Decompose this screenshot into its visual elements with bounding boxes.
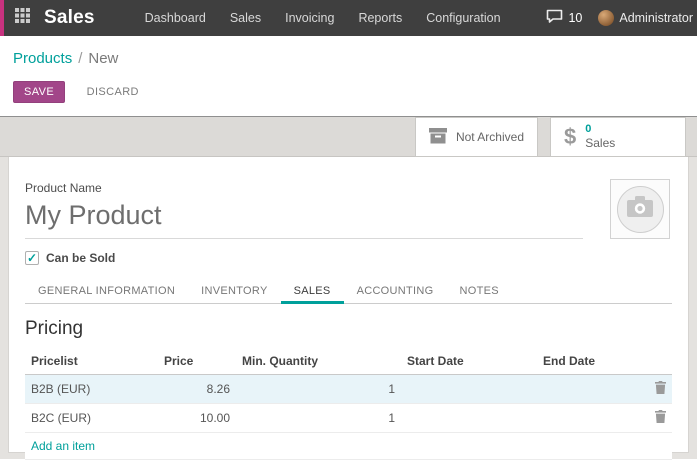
breadcrumb-separator: / [78, 50, 82, 67]
archive-box-icon [429, 128, 447, 147]
tab-general-information[interactable]: GENERAL INFORMATION [25, 278, 188, 303]
product-name-label: Product Name [25, 181, 672, 195]
form-content: Not Archived $ 0 Sales [0, 116, 697, 459]
trash-icon [655, 383, 666, 397]
sales-stat-value: 0 [585, 123, 591, 137]
breadcrumb-products[interactable]: Products [13, 50, 72, 67]
cell-price: 8.26 [158, 375, 236, 404]
breadcrumb: Products / New [13, 50, 684, 68]
nav-item-sales[interactable]: Sales [230, 11, 261, 25]
product-image-placeholder [617, 186, 664, 233]
column-header-actions [642, 348, 672, 375]
checkmark-icon: ✓ [27, 252, 37, 264]
messages-count: 10 [568, 11, 582, 25]
messages-button[interactable]: 10 [546, 9, 582, 27]
action-buttons: SAVE DISCARD [13, 81, 684, 103]
apps-menu-button[interactable] [4, 0, 40, 36]
add-item-link[interactable]: Add an item [25, 433, 672, 460]
tab-notes[interactable]: NOTES [447, 278, 512, 303]
can-be-sold-label[interactable]: Can be Sold [46, 251, 115, 265]
save-button[interactable]: SAVE [13, 81, 65, 103]
user-menu[interactable]: Administrator [598, 10, 693, 26]
topbar-right: 10 Administrator [546, 9, 697, 27]
cell-pricelist: B2B (EUR) [25, 375, 158, 404]
notebook-tabs: GENERAL INFORMATION INVENTORY SALES ACCO… [25, 278, 672, 304]
column-header-price[interactable]: Price [158, 348, 236, 375]
breadcrumb-current: New [88, 50, 118, 67]
user-name: Administrator [619, 11, 693, 25]
can-be-sold-checkbox[interactable]: ✓ [25, 251, 39, 265]
tab-inventory[interactable]: INVENTORY [188, 278, 280, 303]
sales-stat-label: Sales [585, 136, 615, 151]
pricelist-table: Pricelist Price Min. Quantity Start Date… [25, 348, 672, 460]
product-image-upload[interactable] [610, 179, 670, 239]
column-header-min-quantity[interactable]: Min. Quantity [236, 348, 401, 375]
pricelist-row-b2b[interactable]: B2B (EUR) 8.26 1 [25, 375, 672, 404]
pricelist-header-row: Pricelist Price Min. Quantity Start Date… [25, 348, 672, 375]
cell-price: 10.00 [158, 404, 236, 433]
archive-button-label: Not Archived [456, 130, 524, 144]
nav-item-invoicing[interactable]: Invoicing [285, 11, 334, 25]
top-navigation: Dashboard Sales Invoicing Reports Config… [145, 11, 501, 25]
pricelist-row-b2c[interactable]: B2C (EUR) 10.00 1 [25, 404, 672, 433]
discard-button[interactable]: DISCARD [76, 81, 150, 103]
delete-row-button[interactable] [642, 375, 672, 404]
column-header-end-date[interactable]: End Date [537, 348, 642, 375]
form-sheet: Product Name ✓ Can be Sold GENERAL INFOR… [8, 157, 689, 453]
apps-grid-icon [15, 8, 30, 28]
sales-stat-text: 0 Sales [585, 123, 615, 152]
tab-accounting[interactable]: ACCOUNTING [344, 278, 447, 303]
stat-button-band: Not Archived $ 0 Sales [0, 117, 697, 157]
nav-item-configuration[interactable]: Configuration [426, 11, 500, 25]
camera-icon [627, 196, 653, 222]
cell-pricelist: B2C (EUR) [25, 404, 158, 433]
sales-stat-button[interactable]: $ 0 Sales [550, 117, 686, 157]
user-avatar [598, 10, 614, 26]
cell-end-date [537, 404, 642, 433]
dollar-icon: $ [564, 126, 576, 148]
column-header-pricelist[interactable]: Pricelist [25, 348, 158, 375]
pricing-section-title: Pricing [25, 318, 672, 340]
trash-icon [655, 412, 666, 426]
product-name-input[interactable] [25, 197, 583, 239]
delete-row-button[interactable] [642, 404, 672, 433]
cell-start-date [401, 375, 537, 404]
nav-item-dashboard[interactable]: Dashboard [145, 11, 206, 25]
top-bar: Sales Dashboard Sales Invoicing Reports … [0, 0, 697, 36]
app-title: Sales [44, 7, 95, 29]
control-panel: Products / New SAVE DISCARD [0, 36, 697, 116]
cell-end-date [537, 375, 642, 404]
cell-start-date [401, 404, 537, 433]
archive-toggle-button[interactable]: Not Archived [415, 117, 538, 157]
can-be-sold-row: ✓ Can be Sold [25, 251, 672, 265]
column-header-start-date[interactable]: Start Date [401, 348, 537, 375]
add-item-row[interactable]: Add an item [25, 433, 672, 460]
cell-min-quantity: 1 [236, 404, 401, 433]
cell-min-quantity: 1 [236, 375, 401, 404]
nav-item-reports[interactable]: Reports [358, 11, 402, 25]
tab-sales[interactable]: SALES [281, 278, 344, 304]
chat-bubble-icon [546, 9, 563, 27]
